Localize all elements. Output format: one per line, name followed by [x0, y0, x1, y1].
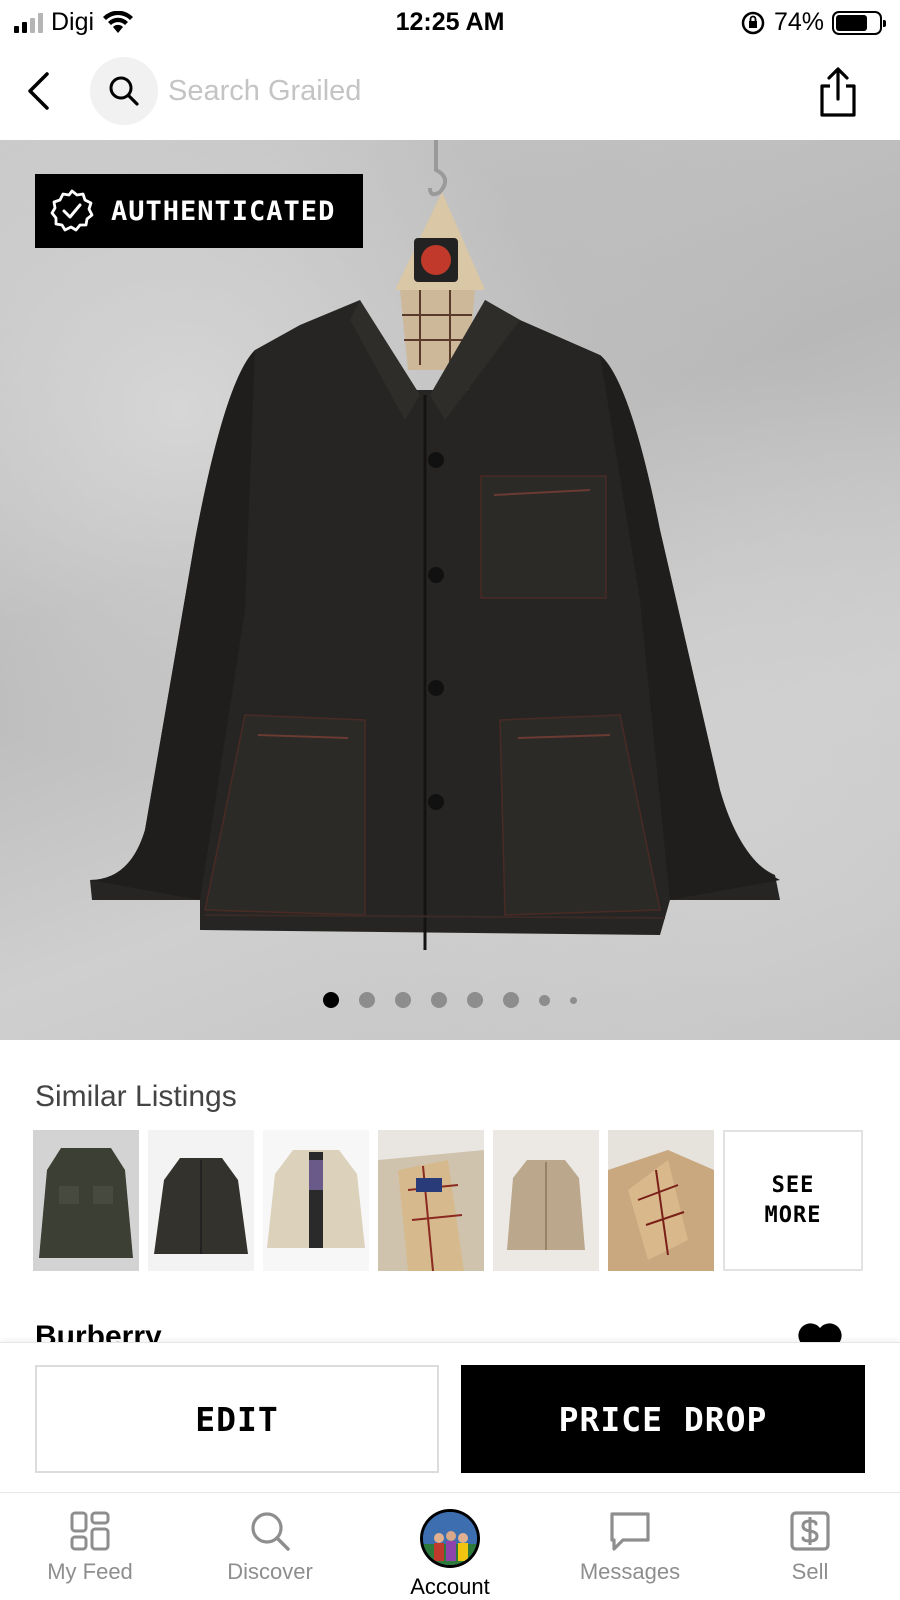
similar-listing-thumb[interactable]	[493, 1130, 599, 1271]
similar-listing-thumb[interactable]	[608, 1130, 714, 1271]
thumb-image	[263, 1130, 369, 1271]
share-button[interactable]	[816, 66, 860, 118]
thumb-image	[493, 1130, 599, 1271]
carousel-dot[interactable]	[539, 994, 550, 1006]
grid-icon	[70, 1511, 110, 1551]
dollar-tag-icon	[790, 1511, 830, 1551]
favorite-button[interactable]	[795, 1320, 845, 1342]
battery-icon	[832, 10, 886, 35]
back-button[interactable]	[18, 66, 58, 116]
similar-listing-thumb[interactable]	[378, 1130, 484, 1271]
verified-badge-icon	[50, 189, 94, 232]
edit-button[interactable]: EDIT	[35, 1365, 439, 1473]
carousel-dot[interactable]	[467, 992, 483, 1008]
similar-listings-row: SEE MORE	[33, 1130, 863, 1271]
chevron-left-icon	[28, 72, 49, 110]
similar-listing-thumb[interactable]	[263, 1130, 369, 1271]
thumb-image	[33, 1130, 139, 1271]
message-icon	[610, 1512, 650, 1551]
avatar-image	[423, 1512, 477, 1565]
status-bar: Digi 12:25 AM 74%	[0, 0, 900, 46]
carousel-dot[interactable]	[395, 992, 411, 1008]
tab-label: My Feed	[47, 1559, 133, 1584]
battery-group: 74%	[740, 8, 886, 37]
tab-sell[interactable]: Sell	[720, 1493, 900, 1600]
carousel-dot[interactable]	[323, 992, 339, 1008]
bottom-tab-bar: My Feed Discover Account Messages Sell	[0, 1492, 900, 1600]
tab-account[interactable]: Account	[360, 1493, 540, 1600]
search-icon-circle	[90, 57, 158, 125]
heart-icon	[798, 1323, 842, 1342]
share-icon	[820, 67, 856, 117]
carousel-dot[interactable]	[431, 992, 447, 1008]
see-more-button[interactable]: SEE MORE	[723, 1130, 863, 1271]
similar-listings-title: Similar Listings	[35, 1080, 237, 1113]
authenticated-label: AUTHENTICATED	[111, 195, 336, 227]
similar-listing-thumb[interactable]	[148, 1130, 254, 1271]
similar-listing-thumb[interactable]	[33, 1130, 139, 1271]
product-image-carousel[interactable]: AUTHENTICATED	[0, 140, 900, 1040]
avatar	[420, 1509, 480, 1568]
tab-my-feed[interactable]: My Feed	[0, 1493, 180, 1600]
search-icon	[109, 76, 139, 106]
carousel-dot[interactable]	[570, 996, 577, 1004]
header	[0, 50, 900, 138]
carousel-dot[interactable]	[359, 992, 375, 1008]
battery-percent: 74%	[773, 8, 824, 36]
tab-label: Messages	[579, 1559, 681, 1584]
thumb-image	[378, 1130, 484, 1271]
thumb-image	[148, 1130, 254, 1271]
orientation-lock-icon	[741, 11, 765, 34]
brand-name[interactable]: Burberry	[35, 1320, 162, 1342]
tab-label: Account	[410, 1574, 490, 1599]
tab-label: Sell	[791, 1559, 829, 1584]
tab-label: Discover	[227, 1559, 313, 1584]
action-bar: EDIT PRICE DROP	[0, 1342, 900, 1492]
product-photo-jacket	[90, 140, 780, 950]
tab-messages[interactable]: Messages	[540, 1493, 720, 1600]
see-more-label-line1: SEE	[771, 1172, 815, 1198]
thumb-image	[608, 1130, 714, 1271]
price-drop-button[interactable]: PRICE DROP	[461, 1365, 865, 1473]
carousel-dot[interactable]	[503, 992, 519, 1008]
carousel-pagination[interactable]	[0, 992, 900, 1008]
search-bar[interactable]	[90, 56, 770, 126]
tab-discover[interactable]: Discover	[180, 1493, 360, 1600]
search-icon	[251, 1512, 290, 1551]
see-more-label-line2: MORE	[764, 1202, 822, 1228]
search-input[interactable]	[168, 74, 728, 108]
authenticated-badge: AUTHENTICATED	[35, 174, 363, 248]
